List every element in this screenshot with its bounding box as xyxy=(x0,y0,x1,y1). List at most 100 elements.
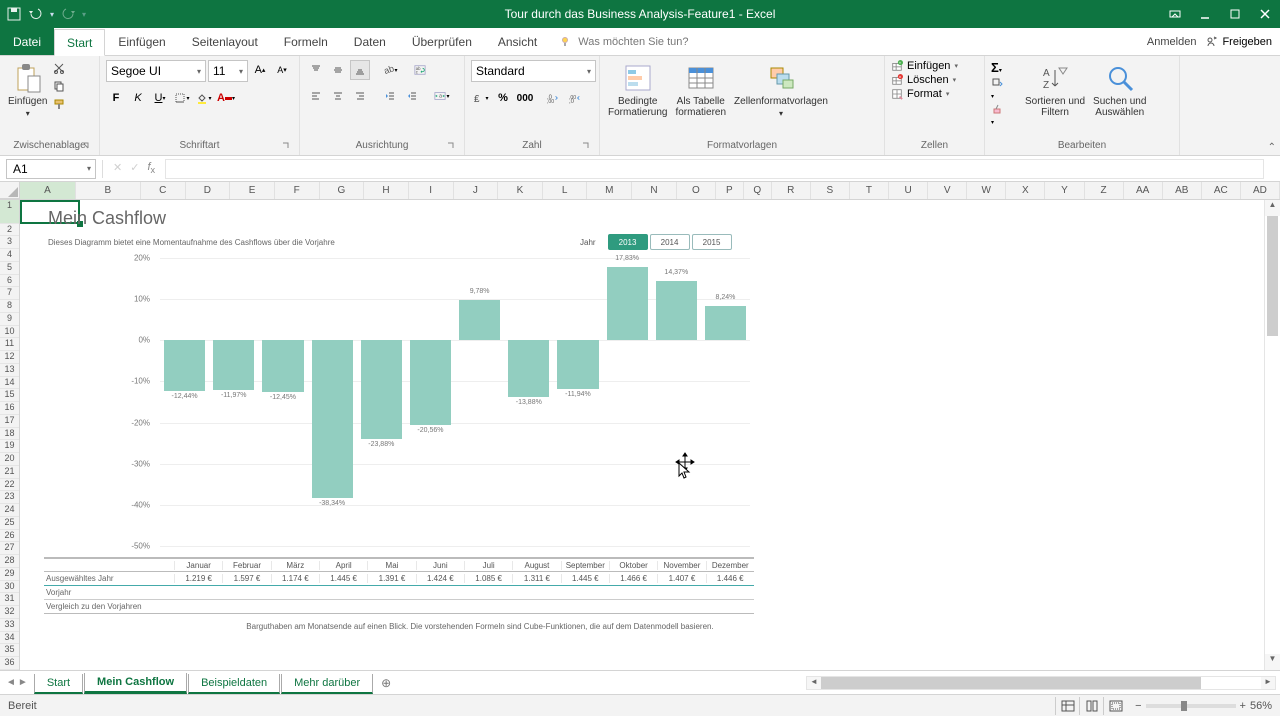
align-left-icon[interactable] xyxy=(306,86,326,106)
column-header[interactable]: Q xyxy=(744,182,772,199)
close-icon[interactable] xyxy=(1250,0,1280,28)
paste-button[interactable]: Einfügen ▾ xyxy=(6,60,49,120)
vertical-scrollbar[interactable]: ▲ ▼ xyxy=(1264,200,1280,670)
cell-styles-button[interactable]: Zellenformatvorlagen ▾ xyxy=(732,60,830,120)
shrink-font-icon[interactable]: A▾ xyxy=(272,60,292,80)
zoom-level[interactable]: 56% xyxy=(1250,700,1272,712)
tab-ueberpruefen[interactable]: Überprüfen xyxy=(399,28,485,55)
chart-bar[interactable] xyxy=(361,340,402,438)
thousands-format-icon[interactable]: 000 xyxy=(515,88,535,108)
column-header[interactable]: O xyxy=(677,182,716,199)
redo-icon[interactable] xyxy=(60,6,76,22)
share-button[interactable]: Freigeben xyxy=(1206,36,1272,48)
row-header[interactable]: 10 xyxy=(0,326,19,339)
cashflow-chart[interactable]: 20%10%0%-10%-20%-30%-40%-50%-12,44%-11,9… xyxy=(130,258,750,546)
percent-format-icon[interactable]: % xyxy=(493,88,513,108)
row-header[interactable]: 34 xyxy=(0,632,19,645)
column-header[interactable]: G xyxy=(320,182,365,199)
page-break-view-icon[interactable] xyxy=(1103,697,1127,715)
dialog-launcher-icon[interactable] xyxy=(281,141,291,151)
find-select-button[interactable]: Suchen und Auswählen xyxy=(1091,60,1148,120)
tab-start[interactable]: Start xyxy=(54,29,105,56)
bold-icon[interactable]: F xyxy=(106,88,126,108)
column-header[interactable]: R xyxy=(772,182,811,199)
tab-daten[interactable]: Daten xyxy=(341,28,399,55)
copy-icon[interactable] xyxy=(53,80,65,92)
align-center-icon[interactable] xyxy=(328,86,348,106)
tab-formeln[interactable]: Formeln xyxy=(271,28,341,55)
wrap-text-icon[interactable]: abc xyxy=(410,60,430,80)
row-header[interactable]: 21 xyxy=(0,466,19,479)
align-top-icon[interactable] xyxy=(306,60,326,80)
tab-ansicht[interactable]: Ansicht xyxy=(485,28,550,55)
sheet-tab[interactable]: Start xyxy=(34,674,83,694)
chart-bar[interactable] xyxy=(262,340,303,391)
row-header[interactable]: 25 xyxy=(0,517,19,530)
dialog-launcher-icon[interactable] xyxy=(446,141,456,151)
column-header[interactable]: X xyxy=(1006,182,1045,199)
sheet-tab[interactable]: Mehr darüber xyxy=(281,674,373,694)
tab-seitenlayout[interactable]: Seitenlayout xyxy=(179,28,271,55)
column-header[interactable]: E xyxy=(230,182,275,199)
column-header[interactable]: B xyxy=(76,182,141,199)
column-header[interactable]: J xyxy=(454,182,499,199)
row-header[interactable]: 29 xyxy=(0,568,19,581)
sheet-nav-next-icon[interactable]: ► xyxy=(18,677,28,688)
column-header[interactable]: AB xyxy=(1163,182,1202,199)
chart-bar[interactable] xyxy=(164,340,205,391)
column-header[interactable]: A xyxy=(20,182,76,199)
slicer-year-button[interactable]: 2014 xyxy=(650,234,690,250)
insert-cells-button[interactable]: + Einfügen▾ xyxy=(891,60,958,72)
row-header[interactable]: 18 xyxy=(0,428,19,441)
column-header[interactable]: Z xyxy=(1085,182,1124,199)
row-header[interactable]: 24 xyxy=(0,504,19,517)
cancel-formula-icon[interactable]: ✕ xyxy=(113,161,122,175)
row-header[interactable]: 12 xyxy=(0,351,19,364)
chart-bar[interactable] xyxy=(656,281,697,340)
column-header[interactable]: K xyxy=(498,182,543,199)
zoom-out-icon[interactable]: − xyxy=(1135,700,1141,712)
fill-color-icon[interactable]: ▾ xyxy=(194,88,214,108)
column-header[interactable]: AC xyxy=(1202,182,1241,199)
row-header[interactable]: 9 xyxy=(0,313,19,326)
row-header[interactable]: 16 xyxy=(0,402,19,415)
italic-icon[interactable]: K xyxy=(128,88,148,108)
row-header[interactable]: 32 xyxy=(0,606,19,619)
collapse-ribbon-icon[interactable]: ⌃ xyxy=(1268,142,1276,153)
column-header[interactable]: Y xyxy=(1045,182,1084,199)
chart-bar[interactable] xyxy=(607,267,648,340)
zoom-in-icon[interactable]: + xyxy=(1240,700,1246,712)
row-header[interactable]: 2 xyxy=(0,224,19,237)
row-header[interactable]: 28 xyxy=(0,555,19,568)
normal-view-icon[interactable] xyxy=(1055,697,1079,715)
chart-bar[interactable] xyxy=(312,340,353,498)
number-format-combo[interactable]: Standard▾ xyxy=(471,60,596,82)
column-header[interactable]: F xyxy=(275,182,320,199)
chart-bar[interactable] xyxy=(508,340,549,397)
fill-icon[interactable]: ▾ xyxy=(991,77,1019,101)
decrease-decimal-icon[interactable]: ,00,0 xyxy=(565,88,585,108)
cut-icon[interactable] xyxy=(53,62,65,74)
column-header[interactable]: P xyxy=(716,182,744,199)
row-header[interactable]: 5 xyxy=(0,262,19,275)
slicer-year-button[interactable]: 2015 xyxy=(692,234,732,250)
grow-font-icon[interactable]: A▴ xyxy=(250,60,270,80)
row-header[interactable]: 8 xyxy=(0,300,19,313)
format-cells-button[interactable]: Format▾ xyxy=(891,88,949,100)
sheet-tab[interactable]: Mein Cashflow xyxy=(84,673,187,694)
decrease-indent-icon[interactable] xyxy=(380,86,400,106)
clear-icon[interactable]: ▾ xyxy=(991,103,1019,127)
align-bottom-icon[interactable] xyxy=(350,60,370,80)
row-header[interactable]: 22 xyxy=(0,479,19,492)
merge-center-icon[interactable]: a▾ xyxy=(432,86,452,106)
increase-decimal-icon[interactable]: ,0,00 xyxy=(543,88,563,108)
chart-bar[interactable] xyxy=(410,340,451,425)
row-header[interactable]: 19 xyxy=(0,440,19,453)
dialog-launcher-icon[interactable] xyxy=(581,141,591,151)
column-header[interactable]: V xyxy=(928,182,967,199)
name-box[interactable]: A1▾ xyxy=(6,159,96,179)
increase-indent-icon[interactable] xyxy=(402,86,422,106)
font-face-combo[interactable]: Segoe UI▾ xyxy=(106,60,206,82)
chart-bar[interactable] xyxy=(557,340,598,389)
page-layout-view-icon[interactable] xyxy=(1079,697,1103,715)
